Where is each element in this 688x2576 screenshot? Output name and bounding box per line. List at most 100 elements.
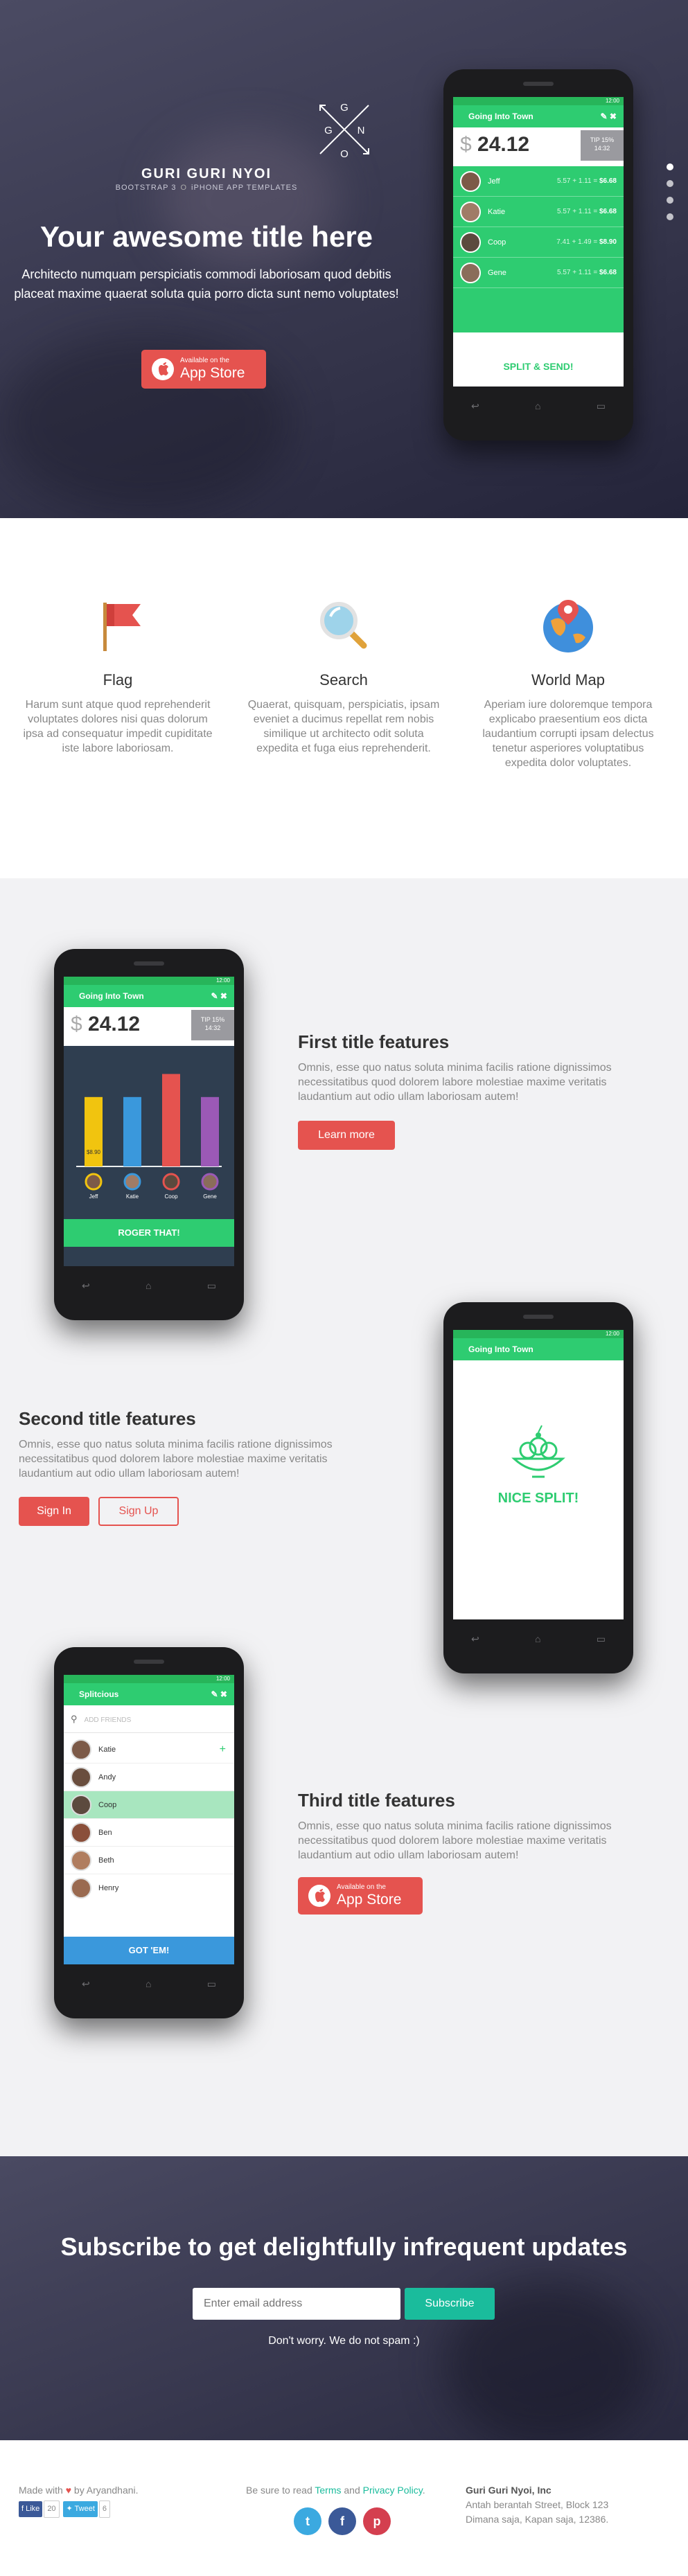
feature1-text: Omnis, esse quo natus soluta minima faci…	[298, 1062, 612, 1103]
hero-text: Architecto numquam perspiciatis commodi …	[14, 267, 399, 301]
person-name: Jeff	[488, 177, 500, 186]
chart-avatar	[123, 1173, 141, 1191]
avatar	[71, 1739, 91, 1760]
app-title: Going Into Town	[79, 991, 144, 1001]
friend-row[interactable]: Andy	[64, 1764, 234, 1791]
person-row[interactable]: Katie 5.57 + 1.11 = $6.68	[453, 197, 624, 227]
home-key-icon: ⌂	[145, 1280, 152, 1291]
pager-dot[interactable]	[667, 213, 673, 220]
app-actions[interactable]: ✎ ✖	[211, 985, 227, 1007]
feature1-title: First title features	[298, 1031, 450, 1052]
chart-bar[interactable]	[201, 1096, 219, 1166]
learn-more-button[interactable]: Learn more	[298, 1121, 395, 1150]
pinterest-icon[interactable]: p	[363, 2507, 391, 2535]
avatar	[460, 201, 481, 222]
chart-bar[interactable]	[123, 1096, 141, 1166]
app-store-button[interactable]: Available on the App Store	[298, 1877, 423, 1915]
search-icon: ⚲	[71, 1714, 78, 1724]
recent-key-icon: ▭	[206, 1978, 216, 1989]
hero-title: Your awesome title here	[39, 220, 373, 253]
footer-credits: Made with ♥ by Aryandhani. f Like 20 ✦ Tw…	[19, 2483, 139, 2518]
got-em-button[interactable]: GOT 'EM!	[64, 1937, 234, 1964]
chart-phone: 12:00 Going Into Town ✎ ✖ $ 24.12 TIP 15%…	[54, 949, 244, 1320]
avatar	[71, 1877, 91, 1899]
phone-nav-keys: ↩ ⌂ ▭	[82, 1280, 216, 1294]
terms-link[interactable]: Terms	[315, 2485, 341, 2496]
company-name: Guri Guri Nyoi, Inc	[466, 2485, 552, 2496]
logo-letter: G	[340, 102, 349, 114]
feature-title: Search	[319, 671, 368, 689]
subscribe-section: Subscribe to get delightfully infrequent…	[0, 2156, 688, 2440]
add-friend-icon[interactable]: +	[220, 1743, 226, 1756]
app-actions[interactable]: ✎ ✖	[601, 105, 617, 127]
subscribe-button[interactable]: Subscribe	[405, 2288, 495, 2320]
nice-split-phone: 12:00 Going Into Town NICE SPLIT! ↩ ⌂ ▭	[443, 1302, 633, 1673]
split-send-button[interactable]: SPLIT & SEND!	[453, 346, 624, 387]
tip-top: TIP 15%	[200, 1016, 225, 1023]
person-row[interactable]: Gene 5.57 + 1.11 = $6.68	[453, 258, 624, 288]
calc-expr: 5.57 + 1.11 =	[556, 177, 599, 185]
author-text: by Aryandhani.	[73, 2485, 139, 2496]
showcase-section: 12:00 Going Into Town ✎ ✖ $ 24.12 TIP 15%…	[0, 878, 688, 2156]
email-field[interactable]	[193, 2288, 400, 2320]
pager-dot[interactable]	[667, 163, 673, 170]
footer: Made with ♥ by Aryandhani. f Like 20 ✦ Tw…	[0, 2440, 688, 2576]
currency-symbol: $	[71, 1013, 82, 1036]
tweet-button[interactable]: ✦ Tweet	[63, 2501, 98, 2517]
amount-value: 24.12	[477, 133, 530, 156]
pager-dot[interactable]	[667, 197, 673, 204]
status-bar-time: 12:00	[453, 97, 624, 105]
facebook-like-button[interactable]: f Like	[19, 2501, 43, 2517]
features-section: Flag Harum sunt atque quod reprehenderit…	[0, 518, 688, 878]
person-row[interactable]: Coop 7.41 + 1.49 = $8.90	[453, 227, 624, 258]
roger-that-button[interactable]: ROGER THAT!	[64, 1219, 234, 1247]
home-key-icon: ⌂	[535, 400, 541, 411]
add-friends-search[interactable]: ⚲ ADD FRIENDS	[64, 1705, 234, 1733]
chart-bar[interactable]	[85, 1096, 103, 1166]
person-row[interactable]: Jeff 5.57 + 1.11 = $6.68	[453, 166, 624, 197]
amount: $ 24.12	[460, 133, 529, 157]
person-calc: 5.57 + 1.11 = $6.68	[557, 208, 617, 215]
feature3-title: Third title features	[298, 1790, 455, 1811]
friend-row[interactable]: Katie +	[64, 1736, 234, 1764]
phone-nav-keys: ↩ ⌂ ▭	[471, 1633, 606, 1647]
store-small-label: Available on the	[180, 357, 229, 364]
friend-row[interactable]: Ben	[64, 1819, 234, 1847]
calc-total: $6.68	[599, 208, 617, 215]
friend-row[interactable]: Henry	[64, 1874, 234, 1902]
friend-name: Ben	[98, 1828, 112, 1837]
add-friends-placeholder: ADD FRIENDS	[84, 1716, 132, 1724]
pager-dot[interactable]	[667, 180, 673, 187]
footer-address: Guri Guri Nyoi, Inc Antah berantah Stree…	[466, 2483, 673, 2527]
friend-row[interactable]: Beth	[64, 1847, 234, 1874]
twitter-icon[interactable]: t	[294, 2507, 321, 2535]
chart-category-label: Coop	[164, 1193, 178, 1200]
sign-in-button[interactable]: Sign In	[19, 1497, 89, 1526]
friend-name: Beth	[98, 1856, 114, 1865]
phone-speaker	[134, 961, 164, 966]
tip-tag: TIP 15% 14:32	[191, 1010, 234, 1040]
privacy-link[interactable]: Privacy Policy	[363, 2485, 423, 2496]
app-store-button[interactable]: Available on the App Store	[141, 350, 266, 389]
logo-letter: G	[324, 125, 333, 136]
chart-bar[interactable]	[162, 1074, 180, 1167]
tip-bottom: 14:32	[594, 145, 610, 152]
back-key-icon: ↩	[471, 400, 479, 411]
read-prefix: Be sure to read	[246, 2485, 312, 2496]
search-icon	[320, 602, 367, 649]
status-bar-time: 12:00	[453, 1330, 624, 1338]
feature-text: Harum sunt atque quod reprehenderit volu…	[23, 699, 213, 754]
friend-row-selected[interactable]: Coop	[64, 1791, 234, 1819]
person-calc: 7.41 + 1.49 = $8.90	[556, 238, 617, 246]
recent-key-icon: ▭	[596, 1633, 606, 1644]
person-name: Gene	[488, 268, 506, 277]
feature-title: World Map	[531, 671, 605, 689]
feature-search: Search Quaerat, quisquam, perspiciatis, …	[247, 594, 441, 756]
sign-up-button[interactable]: Sign Up	[98, 1497, 179, 1526]
app-actions[interactable]: ✎ ✖	[211, 1683, 227, 1705]
avatar	[460, 262, 481, 283]
store-large-label: App Store	[337, 1892, 402, 1908]
facebook-icon[interactable]: f	[328, 2507, 356, 2535]
person-calc: 5.57 + 1.11 = $6.68	[557, 269, 617, 276]
amount: $ 24.12	[71, 1013, 140, 1036]
